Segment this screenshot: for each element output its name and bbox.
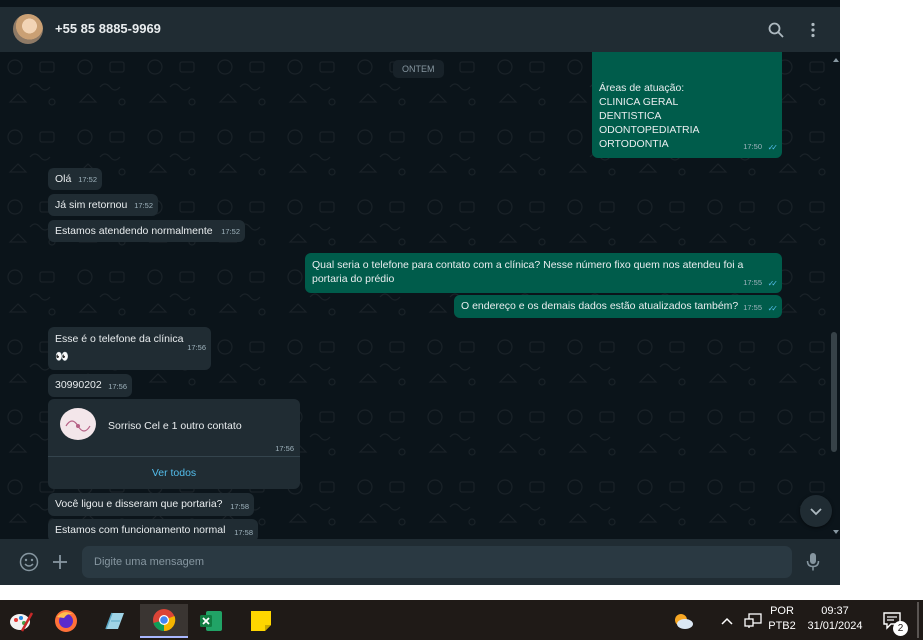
message-text: Olá — [55, 173, 72, 185]
message-text: portaria do prédio — [312, 273, 395, 285]
message-bubble-incoming[interactable]: Estamos com funcionamento normal 17:58 — [48, 519, 258, 539]
message-bubble-incoming[interactable]: Esse é o telefone da clínica 👀 17:56 — [48, 327, 211, 370]
eyes-emoji: 👀 — [55, 351, 69, 363]
message-time: 17:52 — [134, 201, 153, 210]
clock[interactable]: 09:37 31/01/2024 — [802, 604, 868, 634]
message-text: Qual seria o telefone para contato com a… — [312, 259, 744, 271]
chevron-up-icon[interactable] — [714, 604, 740, 638]
message-time: 17:58 — [230, 502, 249, 511]
notification-center-button[interactable]: 2 — [876, 604, 910, 638]
microphone-icon[interactable] — [802, 551, 824, 573]
contact-card[interactable]: Sorriso Cel e 1 outro contato 17:56 Ver … — [48, 399, 300, 489]
message-bubble-outgoing[interactable]: Qual seria o telefone para contato com a… — [305, 253, 782, 293]
date-divider: ONTEM — [393, 60, 444, 78]
message-input[interactable] — [82, 546, 792, 578]
message-text: ODONTOPEDIATRIA — [599, 124, 700, 136]
message-bubble-incoming[interactable]: Olá 17:52 — [48, 168, 102, 190]
message-time: 17:52 — [221, 227, 240, 236]
message-bubble-incoming[interactable]: 30990202 17:56 — [48, 374, 132, 397]
read-ticks-icon: ✓✓ — [767, 279, 779, 288]
message-time: 17:56 — [187, 343, 206, 352]
message-time: 17:55 — [743, 303, 762, 312]
message-text: CLINICA GERAL — [599, 96, 679, 108]
scroll-to-bottom-button[interactable] — [800, 495, 832, 527]
sticky-notes-icon[interactable] — [240, 604, 282, 638]
read-ticks-icon: ✓✓ — [767, 304, 779, 313]
firefox-icon[interactable] — [45, 604, 87, 638]
emoji-icon[interactable] — [18, 551, 40, 573]
message-bubble-incoming[interactable]: Você ligou e disseram que portaria? 17:5… — [48, 493, 254, 516]
message-text: DENTISTICA — [599, 110, 662, 122]
clock-time: 09:37 — [821, 605, 849, 617]
message-text: ORTODONTIA — [599, 138, 669, 150]
network-icon[interactable] — [740, 604, 766, 638]
message-bubble-outgoing[interactable]: O endereço e os demais dados estão atual… — [454, 295, 782, 318]
chrome-icon[interactable] — [140, 604, 188, 638]
message-text: Esse é o telefone da clínica — [55, 333, 184, 345]
taskbar: POR PTB2 09:37 31/01/2024 2 — [0, 600, 923, 640]
message-time: 17:56 — [275, 444, 294, 453]
scroll-up-arrow[interactable] — [833, 58, 839, 62]
menu-dots-icon[interactable] — [802, 19, 824, 41]
message-text: O endereço e os demais dados estão atual… — [461, 300, 739, 312]
message-text: Você ligou e disseram que portaria? — [55, 498, 223, 510]
avatar[interactable] — [13, 14, 43, 44]
view-all-button[interactable]: Ver todos — [48, 457, 300, 489]
read-ticks-icon: ✓✓ — [767, 143, 779, 152]
message-list[interactable]: ONTEM Áreas de atuação: CLINICA GERAL DE… — [0, 52, 840, 539]
message-text: Já sim retornou — [55, 199, 128, 211]
message-bubble-outgoing[interactable]: Áreas de atuação: CLINICA GERAL DENTISTI… — [592, 52, 782, 158]
contact-avatar — [60, 408, 96, 440]
message-time: 17:52 — [78, 175, 97, 184]
message-text: Estamos com funcionamento normal — [55, 524, 226, 536]
paint-icon[interactable] — [0, 604, 42, 638]
desktop-background — [840, 0, 923, 600]
message-text: Áreas de atuação: — [599, 82, 685, 94]
search-icon[interactable] — [765, 19, 787, 41]
composer-bar — [0, 539, 840, 585]
chat-header: +55 85 8885-9969 — [0, 7, 840, 52]
notification-count-badge: 2 — [893, 621, 908, 636]
message-time: 17:58 — [234, 528, 253, 537]
scroll-down-arrow[interactable] — [833, 530, 839, 534]
language-indicator[interactable]: POR PTB2 — [766, 604, 798, 634]
keyboard-layout: PTB2 — [768, 620, 796, 632]
message-bubble-incoming[interactable]: Já sim retornou 17:52 — [48, 194, 158, 216]
scrollbar-thumb[interactable] — [831, 332, 837, 452]
message-time: 17:55 — [743, 278, 762, 287]
excel-icon[interactable] — [190, 604, 232, 638]
weather-icon[interactable] — [665, 604, 701, 638]
language-code: POR — [770, 605, 794, 617]
message-time: 17:56 — [108, 382, 127, 391]
whatsapp-window: +55 85 8885-9969 ONTEM Áreas de atuação:… — [0, 0, 840, 585]
chevron-down-icon — [810, 508, 822, 516]
contact-name[interactable]: +55 85 8885-9969 — [55, 21, 161, 36]
show-desktop-button[interactable] — [917, 602, 919, 638]
clock-date: 31/01/2024 — [807, 620, 863, 632]
message-bubble-incoming[interactable]: Estamos atendendo normalmente 17:52 — [48, 220, 245, 242]
message-text: Estamos atendendo normalmente — [55, 225, 213, 237]
notepad-icon[interactable] — [93, 604, 135, 638]
contact-card-title: Sorriso Cel e 1 outro contato — [108, 420, 242, 432]
message-time: 17:50 — [743, 142, 762, 151]
message-text: 30990202 — [55, 379, 102, 391]
plus-icon[interactable] — [49, 551, 71, 573]
